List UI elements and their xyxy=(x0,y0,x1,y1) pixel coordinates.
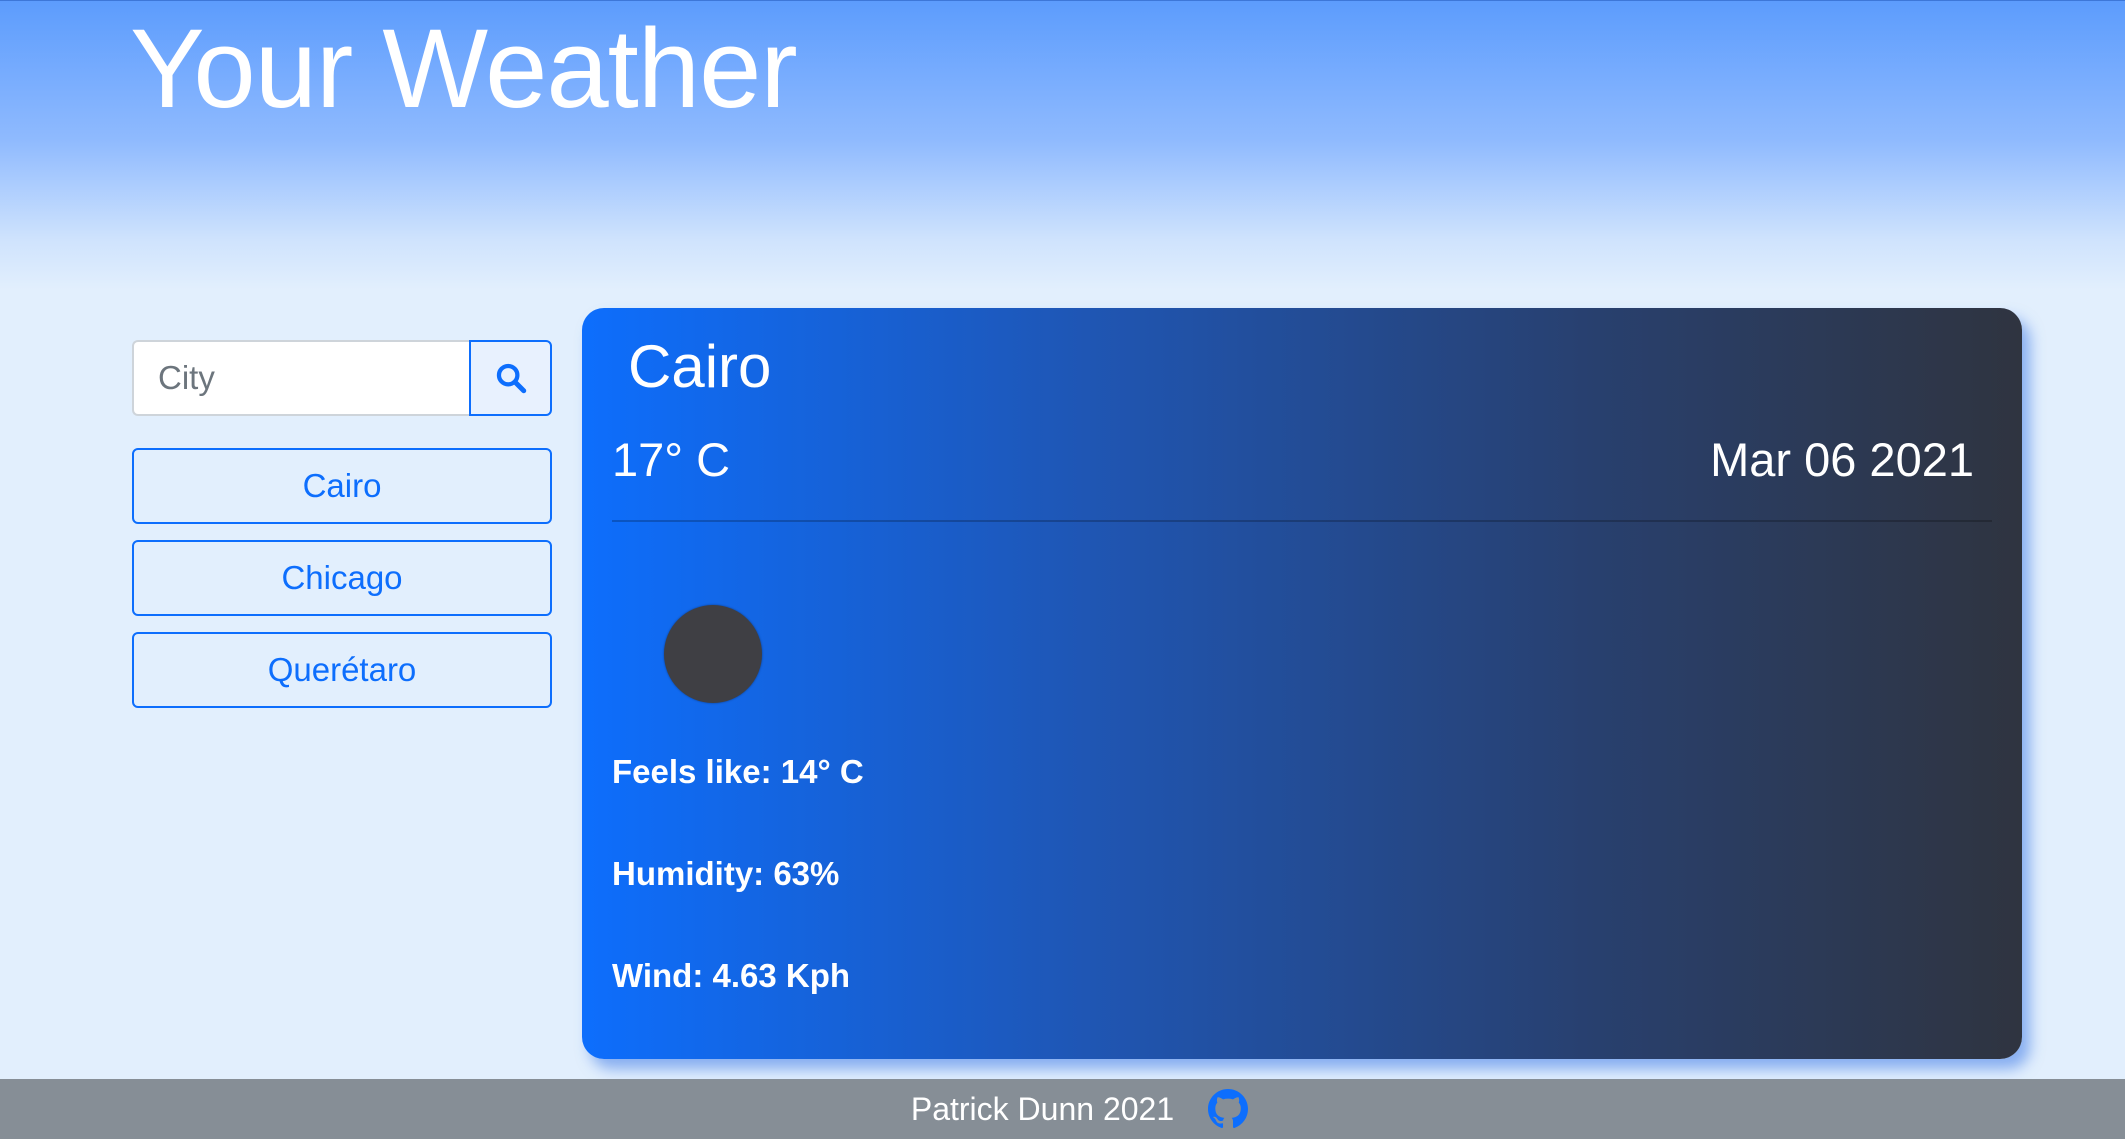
saved-cities-list: Cairo Chicago Querétaro xyxy=(132,448,552,724)
footer: Patrick Dunn 2021 xyxy=(0,1079,2125,1139)
github-icon xyxy=(1208,1089,1249,1129)
current-city-name: Cairo xyxy=(628,333,772,400)
app-title: Your Weather xyxy=(130,6,798,131)
feels-like-text: Feels like: 14° C xyxy=(612,753,864,790)
top-border xyxy=(0,0,2125,1)
weather-card: Cairo 17° C Mar 06 2021 Feels like: 14° … xyxy=(582,308,2022,1059)
humidity-text: Humidity: 63% xyxy=(612,855,840,892)
github-link[interactable] xyxy=(1208,1089,1249,1129)
city-button-chicago[interactable]: Chicago xyxy=(132,540,552,616)
search-button[interactable] xyxy=(469,340,552,416)
wind-text: Wind: 4.63 Kph xyxy=(612,957,851,994)
current-temperature: 17° C xyxy=(612,433,731,486)
weather-condition-icon xyxy=(664,605,762,703)
city-search-input[interactable] xyxy=(132,340,469,416)
search-icon xyxy=(494,361,528,395)
city-button-queretaro[interactable]: Querétaro xyxy=(132,632,552,708)
footer-credit: Patrick Dunn 2021 xyxy=(910,1090,1175,1127)
city-button-cairo[interactable]: Cairo xyxy=(132,448,552,524)
current-date: Mar 06 2021 xyxy=(1710,433,1974,486)
search-group xyxy=(132,340,552,416)
card-divider xyxy=(612,520,1992,522)
